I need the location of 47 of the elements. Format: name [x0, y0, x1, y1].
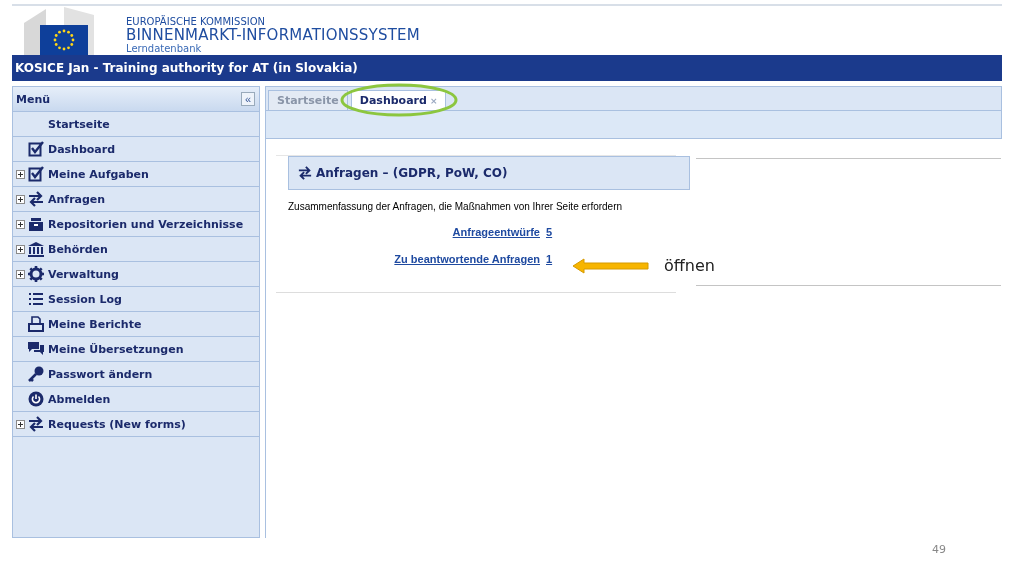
menu-item[interactable]: Meine Aufgaben: [13, 162, 259, 187]
request-link[interactable]: Anfrageentwürfe: [452, 226, 540, 238]
organization-name: EUROPÄISCHE KOMMISSION: [126, 17, 267, 28]
expand-icon[interactable]: [16, 419, 25, 429]
swap-arrows-icon: [27, 416, 45, 432]
request-count[interactable]: 1: [546, 253, 554, 265]
menu-item[interactable]: Repositorien und Verzeichnisse: [13, 212, 259, 237]
expand-icon[interactable]: [16, 194, 25, 204]
panel-description: Zusammenfassung der Anfragen, die Maßnahmen von Ihrer Seite erfordern: [288, 201, 624, 212]
tab[interactable]: Dashboard ×: [350, 90, 447, 110]
expand-icon[interactable]: [16, 244, 25, 254]
checkbox-icon: [28, 141, 44, 157]
list-icon: [28, 292, 44, 306]
menu-title: Menü: [16, 92, 51, 106]
menu-item[interactable]: Abmelden: [13, 387, 259, 412]
menu-item[interactable]: Startseite: [13, 112, 259, 137]
collapse-button[interactable]: «: [241, 92, 255, 106]
menu-item[interactable]: Meine Berichte: [13, 312, 259, 337]
menu-item[interactable]: Requests (New forms): [13, 412, 259, 437]
menu-item[interactable]: Dashboard: [13, 137, 259, 162]
menu-item[interactable]: Passwort ändern: [13, 362, 259, 387]
swap-arrows-icon: [297, 166, 313, 180]
slide-number: 49: [932, 543, 946, 556]
user-bar: KOSICE Jan - Training authority for AT (in Slovakia): [12, 55, 1002, 81]
menu-item[interactable]: Behörden: [13, 237, 259, 262]
panel-title: Anfragen – (GDPR, PoW, CO): [316, 166, 508, 180]
request-link[interactable]: Zu beantwortende Anfragen: [394, 253, 540, 265]
menu-item[interactable]: Session Log: [13, 287, 259, 312]
annotation-text: öffnen: [664, 256, 715, 275]
request-count[interactable]: 5: [546, 226, 554, 238]
expand-icon[interactable]: [16, 269, 25, 279]
checkbox-icon: [28, 166, 44, 182]
key-icon: [28, 366, 44, 382]
expand-icon[interactable]: [16, 169, 25, 179]
expand-icon[interactable]: [16, 219, 25, 229]
system-name: BINNENMARKT-INFORMATIONSSYSTEM: [126, 27, 420, 44]
menu-item[interactable]: Anfragen: [13, 187, 259, 212]
system-subtitle: Lerndatenbank: [126, 43, 203, 54]
swap-arrows-icon: [27, 191, 45, 207]
menu-item[interactable]: Meine Übersetzungen: [13, 337, 259, 362]
power-icon: [28, 391, 44, 407]
menu-item[interactable]: Verwaltung: [13, 262, 259, 287]
settings-icon: [28, 266, 44, 282]
building-icon: [27, 241, 45, 257]
printer-icon: [28, 316, 44, 332]
chat-icon: [27, 341, 45, 357]
archive-icon: [28, 216, 44, 232]
